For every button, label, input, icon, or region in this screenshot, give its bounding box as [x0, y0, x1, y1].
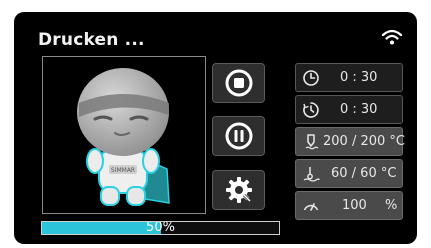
body-label: SIMMAR: [111, 167, 135, 174]
nozzle-temperature-icon: [305, 134, 319, 150]
remaining-time-value: 0 : 30: [340, 102, 378, 117]
progress-label: 50%: [146, 221, 175, 235]
pause-button[interactable]: [212, 116, 265, 156]
bed-temp-value: 60 / 60 °C: [331, 166, 397, 181]
stop-button[interactable]: [212, 63, 265, 103]
model-preview: SIMMAR: [42, 56, 206, 214]
speed-gauge-icon: [303, 203, 319, 211]
bed-temperature-icon: [303, 167, 320, 182]
print-time-panel: 0 : 30: [295, 63, 403, 92]
speed-unit: %: [385, 198, 398, 213]
nozzle-temp-panel[interactable]: 200 / 200 °C: [295, 127, 405, 156]
wifi-icon: [381, 29, 403, 45]
speed-value: 100: [342, 198, 367, 213]
stop-icon: [225, 69, 252, 97]
bed-temp-panel[interactable]: 60 / 60 °C: [295, 159, 403, 188]
speed-panel[interactable]: 100 %: [295, 191, 403, 220]
clock-icon: [303, 70, 319, 86]
gear-icon: [225, 177, 252, 203]
remaining-time-panel: 0 : 30: [295, 95, 403, 124]
print-progress-bar: 50%: [41, 221, 280, 235]
nozzle-temp-value: 200 / 200 °C: [323, 134, 405, 149]
timer-icon: [303, 102, 319, 118]
page-title: Drucken ...: [38, 30, 145, 50]
settings-button[interactable]: [212, 170, 265, 210]
pause-icon: [225, 122, 252, 150]
printed-model-thumbnail: SIMMAR: [77, 68, 170, 206]
print-time-value: 0 : 30: [340, 70, 378, 85]
